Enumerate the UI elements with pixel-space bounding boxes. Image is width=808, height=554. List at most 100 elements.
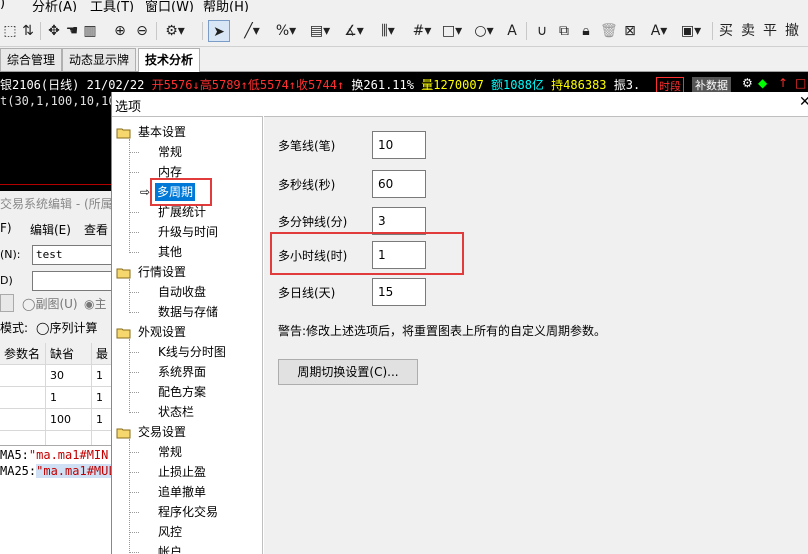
- grid-cell[interactable]: 30: [46, 365, 92, 387]
- copy-icon[interactable]: ⧉: [556, 20, 572, 42]
- options-dialog: 选项 ✕ 基本设置 常规 内存 ⇨ 多周期 扩展统计 升级与时间 其他 行情设置…: [111, 92, 808, 554]
- editor-menu-edit[interactable]: 编辑(E): [30, 221, 71, 238]
- tick-bar-input[interactable]: 10: [372, 131, 426, 159]
- desc-input[interactable]: [32, 271, 114, 291]
- tree-item-system-ui[interactable]: 系统界面: [158, 363, 206, 381]
- text-icon[interactable]: A: [504, 20, 520, 42]
- menu-tools[interactable]: 工具(T): [90, 0, 134, 12]
- grid-cell[interactable]: 1: [46, 387, 92, 409]
- percent-icon[interactable]: %▾: [274, 20, 298, 42]
- arrow-up-icon: ↑: [288, 78, 297, 92]
- zoom-out-icon[interactable]: ⊖: [134, 20, 150, 42]
- font-color-icon[interactable]: A▾: [646, 20, 672, 42]
- folder-open-icon: [116, 127, 132, 139]
- angle-icon[interactable]: ∡▾: [342, 20, 366, 42]
- open-interest: 持486383: [551, 78, 607, 92]
- gear-icon[interactable]: ⚙▾: [162, 20, 188, 42]
- sell-button[interactable]: 卖: [740, 20, 756, 42]
- grid-cell[interactable]: 100: [46, 409, 92, 431]
- tree-connector: [129, 232, 139, 233]
- close-position-button[interactable]: 平: [762, 20, 778, 42]
- pointer-icon[interactable]: ➤: [208, 20, 230, 42]
- bar-chart-icon[interactable]: ▥: [82, 20, 98, 42]
- tree-item-color-scheme[interactable]: 配色方案: [158, 383, 206, 401]
- arrow-down-icon: ↓: [192, 78, 200, 92]
- zoom-in-icon[interactable]: ⊕: [112, 20, 128, 42]
- minute-bar-input[interactable]: 3: [372, 207, 426, 235]
- minute-bar-label: 多分钟线(分): [278, 215, 348, 229]
- grid-cell[interactable]: [0, 387, 46, 409]
- line-draw-icon[interactable]: ╱▾: [240, 20, 264, 42]
- tree-item-account[interactable]: 帐户: [158, 543, 182, 554]
- tree-item-risk-control[interactable]: 风控: [158, 523, 182, 541]
- magnet-icon[interactable]: ∪: [534, 20, 550, 42]
- folder-open-icon: [116, 327, 132, 339]
- options-tree: 基本设置 常规 内存 ⇨ 多周期 扩展统计 升级与时间 其他 行情设置 自动收盘…: [112, 116, 263, 554]
- tree-item-data-storage[interactable]: 数据与存储: [158, 303, 218, 321]
- rectangle-icon[interactable]: □▾: [440, 20, 464, 42]
- tree-connector: [129, 212, 139, 213]
- tree-item-auto-close[interactable]: 自动收盘: [158, 283, 206, 301]
- menu-window[interactable]: 窗口(W): [145, 0, 194, 12]
- lock-icon[interactable]: 🔒︎: [578, 20, 594, 42]
- save-icon[interactable]: ▣▾: [678, 20, 704, 42]
- editor-menu-file[interactable]: F): [0, 221, 12, 235]
- tree-connector: [129, 312, 139, 313]
- tree-item-other[interactable]: 其他: [158, 243, 182, 261]
- menu-help[interactable]: 帮助(H): [203, 0, 249, 12]
- buy-button[interactable]: 买: [718, 20, 734, 42]
- ruler-icon[interactable]: ▤▾: [308, 20, 332, 42]
- sub-chart-radio[interactable]: ◯副图(U): [22, 295, 78, 312]
- tree-item-kline-timeshare[interactable]: K线与分时图: [158, 343, 226, 361]
- tree-item-status-bar[interactable]: 状态栏: [158, 403, 194, 421]
- second-bar-input[interactable]: 60: [372, 170, 426, 198]
- tree-item-general[interactable]: 常规: [158, 143, 182, 161]
- sort-icon[interactable]: ⇅: [20, 20, 36, 42]
- delete-icon[interactable]: 🗑︎: [600, 20, 618, 42]
- tree-connector: [129, 172, 139, 173]
- tree-connector: [129, 352, 139, 353]
- sequence-calc-radio[interactable]: ◯序列计算: [36, 319, 97, 336]
- fill-data-button[interactable]: 补数据: [692, 77, 731, 93]
- tree-item-chase-cancel[interactable]: 追单撤单: [158, 483, 206, 501]
- tab-overview[interactable]: 综合管理: [0, 48, 63, 71]
- highlight-box: [150, 178, 212, 206]
- crop-icon[interactable]: ⬚: [2, 20, 18, 42]
- tree-connector: [129, 152, 139, 153]
- tree-item-appearance-settings[interactable]: 外观设置: [138, 323, 186, 341]
- price-line: [0, 184, 112, 185]
- tree-item-basic-settings[interactable]: 基本设置: [138, 123, 186, 141]
- main-chart-radio[interactable]: ◉主: [84, 295, 107, 312]
- tree-item-extended-stats[interactable]: 扩展统计: [158, 203, 206, 221]
- gear-icon[interactable]: ⚙: [742, 76, 753, 90]
- fibonacci-icon[interactable]: ⫼▾: [376, 20, 400, 42]
- editor-menu-view[interactable]: 查看: [84, 221, 108, 238]
- tree-item-stop-loss-profit[interactable]: 止损止盈: [158, 463, 206, 481]
- clear-icon[interactable]: ⊠: [622, 20, 638, 42]
- close-icon[interactable]: ✕: [799, 94, 808, 110]
- highlight-box: [270, 232, 464, 275]
- day-bar-input[interactable]: 15: [372, 278, 426, 306]
- cancel-order-button[interactable]: 撤: [784, 20, 800, 42]
- tree-item-algo-trading[interactable]: 程序化交易: [158, 503, 218, 521]
- hand-icon[interactable]: ☚: [64, 20, 80, 42]
- tab-technical-analysis[interactable]: 技术分析: [138, 48, 201, 72]
- formula-editor[interactable]: MA5:"ma.ma1#MIN MA25:"ma.ma1#MUL: [0, 445, 116, 554]
- menu-analysis[interactable]: 分析(A): [32, 0, 77, 12]
- ellipse-icon[interactable]: ○▾: [472, 20, 496, 42]
- tree-item-trading-settings[interactable]: 交易设置: [138, 423, 186, 441]
- grid-cell[interactable]: [0, 409, 46, 431]
- move-icon[interactable]: ✥: [46, 20, 62, 42]
- scroll-button[interactable]: [0, 294, 14, 312]
- tree-connector: [129, 252, 139, 253]
- grid-icon[interactable]: #▾: [410, 20, 434, 42]
- grid-cell[interactable]: [0, 365, 46, 387]
- tree-item-trading-general[interactable]: 常规: [158, 443, 182, 461]
- tab-dynamic-board[interactable]: 动态显示牌: [62, 48, 137, 71]
- tree-item-upgrade-time[interactable]: 升级与时间: [158, 223, 218, 241]
- toolbar-separator: [526, 22, 527, 40]
- name-input[interactable]: test: [32, 245, 114, 265]
- editor-title: 交易系统编辑 - (所属: [0, 197, 113, 211]
- cycle-switch-settings-button[interactable]: 周期切换设置(C)...: [278, 359, 418, 385]
- tree-item-market-settings[interactable]: 行情设置: [138, 263, 186, 281]
